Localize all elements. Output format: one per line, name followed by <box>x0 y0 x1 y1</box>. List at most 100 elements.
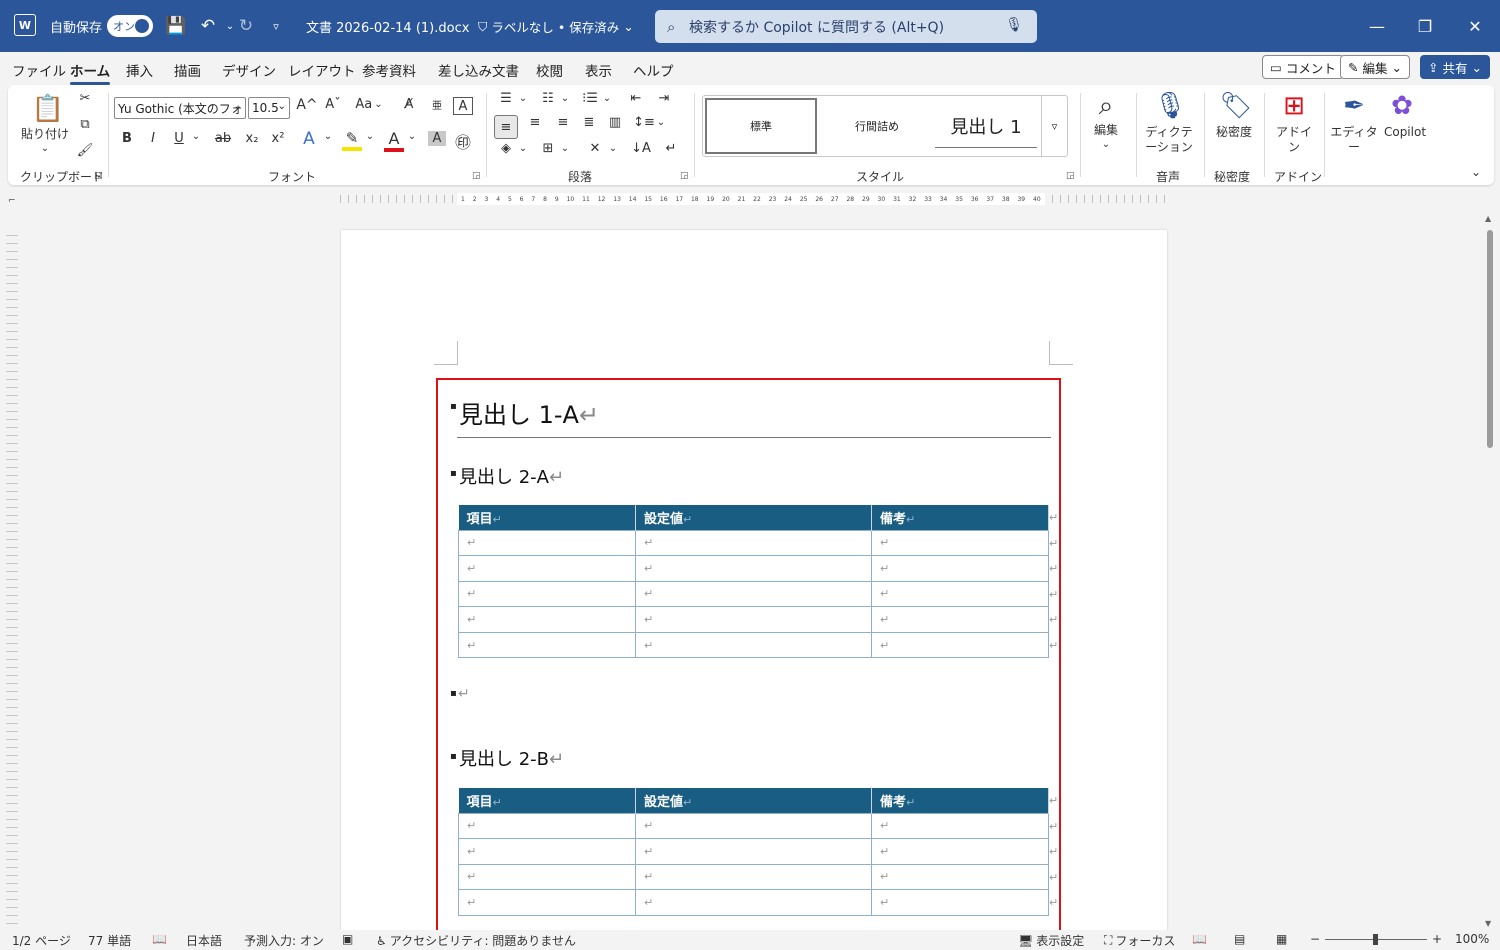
superscript-button[interactable]: x² <box>268 131 288 146</box>
tab-draw[interactable]: 描画 <box>174 60 201 80</box>
align-center-icon[interactable]: ≡ <box>524 115 546 130</box>
paste-button[interactable]: 貼り付け <box>20 127 70 142</box>
addins-icon[interactable]: ⊞ <box>1276 89 1312 123</box>
customize-qat-icon[interactable]: ▿ <box>264 14 288 38</box>
align-left-icon[interactable]: ≡ <box>494 115 518 139</box>
copilot-icon[interactable]: ✿ <box>1384 89 1420 123</box>
bold-button[interactable]: B <box>118 131 136 146</box>
bullets-dropdown-icon[interactable]: ⌄ <box>518 93 528 104</box>
editor-icon[interactable]: ✒ <box>1336 89 1372 123</box>
numbering-dropdown-icon[interactable]: ⌄ <box>560 93 570 104</box>
style-normal[interactable]: 標準 <box>705 98 817 154</box>
line-spacing-dropdown-icon[interactable]: ⌄ <box>656 117 666 128</box>
save-icon[interactable]: 💾 <box>164 14 188 38</box>
editing-button[interactable]: 編集 <box>1086 123 1126 138</box>
accessibility-status[interactable]: ♿ アクセシビリティ: 問題ありません <box>376 932 576 949</box>
read-mode-icon[interactable]: 📖 <box>1192 932 1207 946</box>
search-box[interactable]: ⌕ 検索するか Copilot に質問する (Alt+Q) 🎙 <box>655 10 1037 43</box>
tab-file[interactable]: ファイル <box>12 60 66 80</box>
style-no-spacing[interactable]: 行間詰め <box>821 98 933 154</box>
redo-icon[interactable]: ↻ <box>234 14 258 38</box>
multilevel-list-icon[interactable]: ⁝☰ <box>580 91 600 106</box>
borders-dropdown-icon[interactable]: ⌄ <box>560 143 570 154</box>
vertical-ruler[interactable] <box>6 235 18 925</box>
print-layout-icon[interactable]: ▤ <box>1234 932 1245 946</box>
text-prediction[interactable]: 予測入力: オン <box>244 932 324 949</box>
clear-formatting-icon[interactable]: A̸ <box>398 97 420 112</box>
character-border-icon[interactable]: A <box>453 97 473 115</box>
microphone-icon[interactable]: 🎙 <box>1152 89 1188 123</box>
addins-button[interactable]: アドイン <box>1274 125 1314 155</box>
underline-dropdown-icon[interactable]: ⌄ <box>190 131 202 142</box>
sensitivity-icon[interactable]: 🏷 <box>1218 89 1254 123</box>
tab-home[interactable]: ホーム <box>70 60 111 85</box>
paste-dropdown-icon[interactable]: ⌄ <box>38 143 52 154</box>
grow-font-icon[interactable]: A^ <box>296 97 318 113</box>
horizontal-ruler[interactable]: 1 2 3 4 5 6 7 8 9 10 11 12 13 14 15 16 17 18 19 20 21 22 23 24 2… <box>340 193 1166 205</box>
clipboard-launcher-icon[interactable]: ◲ <box>94 171 103 181</box>
align-right-icon[interactable]: ≡ <box>552 115 574 130</box>
font-size-combo[interactable]: 10.5 ⌄ <box>248 97 290 119</box>
enclose-characters-icon[interactable]: ㊞ <box>453 129 473 153</box>
line-spacing-icon[interactable]: ↕≡ <box>633 115 655 130</box>
text-effects-icon[interactable]: A <box>298 129 320 149</box>
tab-insert[interactable]: 挿入 <box>126 60 153 80</box>
collapse-ribbon-icon[interactable]: ⌄ <box>1468 165 1484 179</box>
paragraph-launcher-icon[interactable]: ◲ <box>680 171 689 181</box>
increase-indent-icon[interactable]: ⇥ <box>654 91 674 106</box>
asian-layout-dropdown-icon[interactable]: ⌄ <box>608 143 618 154</box>
tab-view[interactable]: 表示 <box>585 60 612 80</box>
strikethrough-button[interactable]: ab <box>212 131 234 146</box>
phonetic-guide-icon[interactable]: 亜 <box>428 97 446 112</box>
zoom-slider-thumb[interactable] <box>1373 934 1378 945</box>
minimize-button[interactable]: — <box>1362 12 1392 40</box>
show-marks-icon[interactable]: ↵ <box>660 141 682 156</box>
scroll-down-icon[interactable]: ▼ <box>1485 919 1491 928</box>
clipboard-icon[interactable]: 📋 <box>30 91 66 127</box>
asian-layout-icon[interactable]: ✕ <box>584 141 606 156</box>
web-layout-icon[interactable]: ▦ <box>1276 932 1287 946</box>
shading-icon[interactable]: ◈ <box>496 141 516 156</box>
share-button[interactable]: ⇪ 共有 ⌄ <box>1420 55 1490 79</box>
macro-recording-icon[interactable]: ▣ <box>342 932 353 946</box>
word-count[interactable]: 77 単語 <box>88 932 131 949</box>
tab-layout[interactable]: レイアウト <box>288 60 356 80</box>
editor-button[interactable]: エディター <box>1330 125 1378 155</box>
cut-icon[interactable]: ✂ <box>76 91 94 106</box>
style-heading1[interactable]: 見出し 1 <box>935 104 1037 148</box>
font-color-dropdown-icon[interactable]: ⌄ <box>406 131 418 142</box>
shading-dropdown-icon[interactable]: ⌄ <box>518 143 528 154</box>
editing-dropdown-icon[interactable]: ⌄ <box>1100 139 1112 150</box>
tab-design[interactable]: デザイン <box>222 60 276 80</box>
restore-button[interactable]: ❐ <box>1410 12 1440 40</box>
label-status[interactable]: ⛉ ラベルなし • 保存済み ⌄ <box>478 17 634 36</box>
bullets-icon[interactable]: ☰ <box>496 91 516 106</box>
styles-launcher-icon[interactable]: ◲ <box>1066 171 1075 181</box>
search-icon[interactable]: ⌕ <box>1088 89 1124 123</box>
sensitivity-button[interactable]: 秘密度 <box>1214 125 1254 140</box>
font-launcher-icon[interactable]: ◲ <box>472 171 481 181</box>
tab-selector-icon[interactable]: ⌐ <box>8 196 16 206</box>
copilot-button[interactable]: Copilot <box>1378 125 1432 140</box>
zoom-in-icon[interactable]: + <box>1432 932 1442 946</box>
copy-icon[interactable]: ⧉ <box>76 117 94 132</box>
scroll-up-icon[interactable]: ▲ <box>1485 214 1491 223</box>
proofing-icon[interactable]: 📖 <box>152 932 167 946</box>
dictate-button[interactable]: ディクテーション <box>1142 125 1196 155</box>
highlight-dropdown-icon[interactable]: ⌄ <box>364 131 376 142</box>
subscript-button[interactable]: x₂ <box>242 131 262 146</box>
format-painter-icon[interactable]: 🖌 <box>76 143 94 158</box>
font-name-combo[interactable]: Yu Gothic (本文のフォ ⌄ <box>114 97 246 119</box>
tab-mailings[interactable]: 差し込み文書 <box>438 60 519 80</box>
underline-button[interactable]: U <box>170 131 188 146</box>
numbering-icon[interactable]: ☷ <box>538 91 558 106</box>
italic-button[interactable]: I <box>144 131 162 146</box>
close-button[interactable]: ✕ <box>1460 12 1490 40</box>
display-settings-button[interactable]: 🖥 表示設定 <box>1018 932 1084 949</box>
comment-button[interactable]: ▭ コメント <box>1262 55 1344 79</box>
language[interactable]: 日本語 <box>186 932 222 949</box>
undo-icon[interactable]: ↶ <box>196 14 220 38</box>
text-effects-dropdown-icon[interactable]: ⌄ <box>322 131 334 142</box>
tab-review[interactable]: 校閲 <box>536 60 563 80</box>
microphone-icon[interactable]: 🎙 <box>1005 17 1023 33</box>
